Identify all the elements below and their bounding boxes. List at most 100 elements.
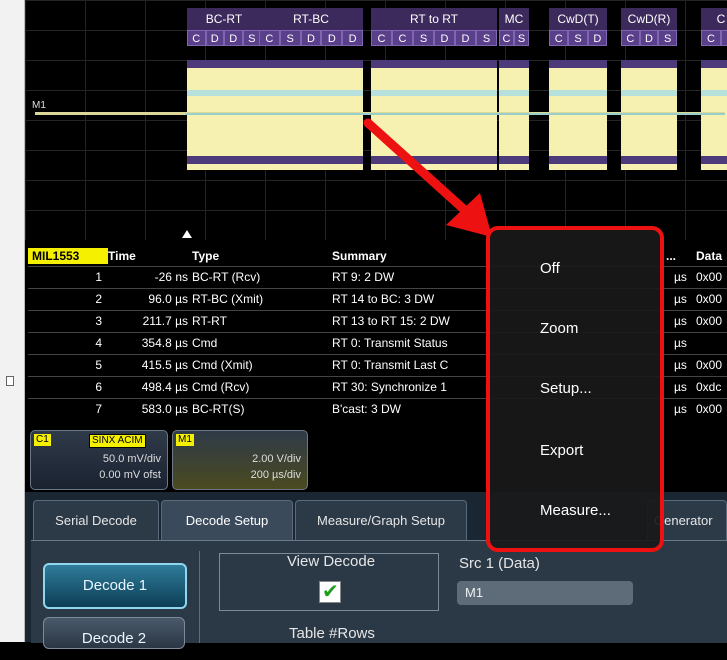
segment-label[interactable]: CwD(T) — [549, 8, 607, 30]
menu-item-measure[interactable]: Measure... — [540, 502, 611, 519]
divider — [199, 551, 200, 643]
cell-data: 0xdc — [696, 380, 722, 394]
trigger-marker-icon[interactable] — [182, 230, 192, 238]
cell-idx: 3 — [95, 314, 102, 328]
cell-unit: µs — [674, 380, 687, 394]
cell-data: 0x00 — [696, 402, 723, 416]
segment-field[interactable]: C — [549, 30, 569, 46]
segment-field[interactable]: S — [568, 30, 588, 46]
segment-field[interactable]: S — [476, 30, 497, 46]
segment-field[interactable]: D — [205, 30, 224, 46]
cell-data: 0x00 — [696, 270, 723, 284]
cell-unit: µs — [674, 336, 687, 350]
burst-overlay — [259, 90, 363, 96]
segment-field[interactable]: C — [187, 30, 206, 46]
cell-summary: RT 13 to RT 15: 2 DW — [332, 314, 450, 328]
protocol-tag: MIL1553 — [28, 248, 108, 264]
cell-summary: RT 9: 2 DW — [332, 270, 395, 284]
cell-idx: 1 — [95, 270, 102, 284]
cell-time: 498.4 µs — [141, 380, 188, 394]
segment-field[interactable]: C — [259, 30, 280, 46]
cell-unit: µs — [674, 314, 687, 328]
burst-overlay — [499, 90, 529, 96]
context-menu: Off Zoom Setup... Export Measure... — [486, 226, 664, 552]
col-header-type[interactable]: Type — [192, 246, 219, 266]
cell-data: 0x00 — [696, 358, 723, 372]
burst-top-stripe — [499, 60, 529, 68]
segment-field[interactable]: D — [721, 30, 727, 46]
segment-field[interactable]: D — [587, 30, 607, 46]
burst-bottom-stripe — [259, 156, 363, 164]
segment-field[interactable]: D — [321, 30, 343, 46]
annotation-arrow-icon — [363, 118, 492, 237]
segment-field[interactable]: S — [413, 30, 434, 46]
cell-unit: µs — [674, 292, 687, 306]
cell-summary: RT 0: Transmit Last C — [332, 358, 449, 372]
menu-item-off[interactable]: Off — [540, 260, 560, 277]
cell-time: 96.0 µs — [148, 292, 188, 306]
segment-field[interactable]: D — [455, 30, 476, 46]
tab-decode-setup[interactable]: Decode Setup — [161, 500, 293, 541]
channel-c1-descriptor[interactable]: C1 SINX ACIM 50.0 mV/div 0.00 mV ofst — [30, 430, 168, 490]
segment-field[interactable]: D — [342, 30, 363, 46]
burst-bottom-stripe — [187, 156, 261, 164]
left-panel-edge — [0, 0, 25, 642]
menu-item-zoom[interactable]: Zoom — [540, 320, 578, 337]
tab-serial-decode[interactable]: Serial Decode — [33, 500, 159, 541]
segment-label[interactable]: C — [701, 8, 727, 30]
m1-timebase: 200 µs/div — [250, 469, 301, 481]
col-header-summary[interactable]: Summary — [332, 246, 387, 266]
cell-summary: RT 14 to BC: 3 DW — [332, 292, 435, 306]
decode-1-button[interactable]: Decode 1 — [43, 563, 187, 609]
menu-item-export[interactable]: Export — [540, 442, 583, 459]
col-header-truncated[interactable]: ... — [666, 246, 676, 266]
signal-burst — [549, 60, 607, 170]
segment-field[interactable]: D — [300, 30, 322, 46]
view-decode-checkbox[interactable]: ✔ — [319, 581, 341, 603]
cell-type: Cmd — [192, 336, 218, 350]
tab-measure-graph-setup[interactable]: Measure/Graph Setup — [295, 500, 467, 541]
segment-field[interactable]: D — [434, 30, 455, 46]
cell-time: 354.8 µs — [141, 336, 188, 350]
decode-setup-body: Decode 1 Decode 2 View Decode ✔ Table #R… — [31, 540, 727, 649]
cell-idx: 6 — [95, 380, 102, 394]
cell-idx: 4 — [95, 336, 102, 350]
segment-field[interactable]: S — [279, 30, 301, 46]
cell-type: Cmd (Xmit) — [192, 358, 253, 372]
segment-field[interactable]: S — [658, 30, 677, 46]
burst-top-stripe — [187, 60, 261, 68]
segment-label[interactable]: RT to RT — [371, 8, 497, 30]
cell-type: RT-BC (Xmit) — [192, 292, 264, 306]
segment-field[interactable]: C — [701, 30, 721, 46]
burst-overlay — [549, 90, 607, 96]
segment-field[interactable]: C — [621, 30, 640, 46]
decode-2-button[interactable]: Decode 2 — [43, 617, 185, 649]
segment-label[interactable]: BC-RT — [187, 8, 261, 30]
segment-field[interactable]: D — [639, 30, 659, 46]
channel-c1-tag: C1 — [34, 434, 51, 446]
segment-field[interactable]: C — [499, 30, 514, 46]
burst-overlay — [371, 90, 497, 96]
coupling-badge: SINX ACIM — [89, 434, 146, 448]
menu-item-setup[interactable]: Setup... — [540, 380, 592, 397]
col-header-data[interactable]: Data — [696, 246, 722, 266]
check-icon: ✔ — [322, 581, 339, 603]
segment-label[interactable]: RT-BC — [259, 8, 363, 30]
segment-field[interactable]: C — [392, 30, 413, 46]
segment-field[interactable]: S — [514, 30, 529, 46]
burst-top-stripe — [549, 60, 607, 68]
cell-data — [696, 333, 727, 353]
resize-handle[interactable] — [6, 376, 14, 386]
channel-m1-descriptor[interactable]: M1 2.00 V/div 200 µs/div — [172, 430, 308, 490]
segment-label[interactable]: CwD(R) — [621, 8, 677, 30]
burst-overlay — [701, 90, 727, 96]
m1-scale: 2.00 V/div — [252, 453, 301, 465]
col-header-time[interactable]: Time — [108, 246, 136, 266]
cell-unit: µs — [674, 358, 687, 372]
cell-idx: 2 — [95, 292, 102, 306]
src1-select[interactable]: M1 — [457, 581, 633, 605]
cell-time: 211.7 µs — [142, 314, 188, 328]
segment-label[interactable]: MC — [499, 8, 529, 30]
segment-field[interactable]: D — [224, 30, 243, 46]
segment-field[interactable]: C — [371, 30, 392, 46]
